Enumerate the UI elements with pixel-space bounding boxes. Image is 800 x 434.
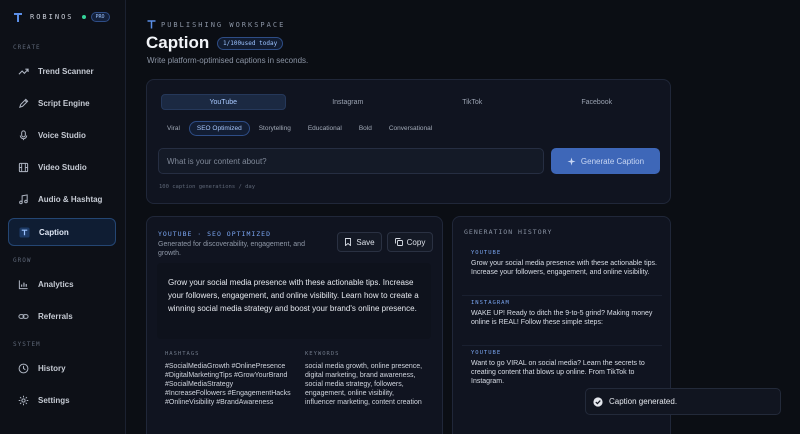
microphone-icon xyxy=(17,129,29,141)
sidebar-item-label: Caption xyxy=(39,227,69,237)
eyebrow-text: PUBLISHING WORKSPACE xyxy=(161,20,286,29)
page-subtitle: Write platform-optimised captions in sec… xyxy=(147,56,309,65)
copy-button[interactable]: Copy xyxy=(387,232,433,252)
text-icon xyxy=(18,226,30,238)
style-chip-seo-optimized[interactable]: SEO Optimized xyxy=(188,121,250,136)
style-chip-bold[interactable]: Bold xyxy=(351,121,380,136)
composer-card: YouTube Instagram TikTok Facebook Viral … xyxy=(146,79,671,204)
hashtags-heading: HASHTAGS xyxy=(165,351,200,357)
history-item-text: WAKE UP! Ready to ditch the 9-to-5 grind… xyxy=(471,310,653,326)
style-chips: Viral SEO Optimized Storytelling Educati… xyxy=(159,121,441,136)
sidebar-item-trend-scanner[interactable]: Trend Scanner xyxy=(8,57,116,85)
result-card: YOUTUBE · SEO OPTIMIZED Generated for di… xyxy=(146,216,443,434)
check-circle-icon xyxy=(593,396,603,407)
sidebar-item-label: History xyxy=(38,363,66,373)
history-item-platform: YOUTUBE xyxy=(471,250,502,256)
sidebar-item-label: Referrals xyxy=(38,311,73,321)
pen-icon xyxy=(17,97,29,109)
topic-input[interactable] xyxy=(158,148,544,174)
usage-badge: 1/100used today xyxy=(217,37,284,50)
page-eyebrow: PUBLISHING WORKSPACE xyxy=(147,20,285,29)
toast-text: Caption generated. xyxy=(609,397,678,406)
sidebar-item-referrals[interactable]: Referrals xyxy=(8,302,116,330)
history-item[interactable]: INSTAGRAM WAKE UP! Ready to ditch the 9-… xyxy=(462,295,662,336)
sidebar-item-label: Voice Studio xyxy=(38,130,86,140)
main-content: PUBLISHING WORKSPACE Caption 1/100used t… xyxy=(126,0,800,434)
hashtags-text: #SocialMediaGrowth #OnlinePresence #Digi… xyxy=(165,363,291,406)
history-title: GENERATION HISTORY xyxy=(464,228,553,236)
trend-icon xyxy=(17,65,29,77)
copy-icon xyxy=(394,238,403,246)
platform-tabs: YouTube Instagram TikTok Facebook xyxy=(161,94,659,110)
text-icon xyxy=(147,20,156,29)
sidebar-item-script-engine[interactable]: Script Engine xyxy=(8,89,116,117)
sidebar-item-label: Analytics xyxy=(38,279,74,289)
keywords-heading: KEYWORDS xyxy=(305,351,340,357)
section-label-system: SYSTEM xyxy=(13,341,41,348)
gear-icon xyxy=(17,394,29,406)
result-description: Generated for discoverability, engagemen… xyxy=(158,241,305,257)
limit-note: 100 caption generations / day xyxy=(159,184,256,190)
sidebar-item-analytics[interactable]: Analytics xyxy=(8,270,116,298)
style-chip-conversational[interactable]: Conversational xyxy=(381,121,440,136)
caption-text: Grow your social media presence with the… xyxy=(157,263,431,339)
plan-badge: PRO xyxy=(90,12,110,22)
sidebar-item-label: Audio & Hashtag xyxy=(38,194,103,204)
sidebar: ROBINOS PRO CREATE Trend Scanner Script … xyxy=(0,0,126,434)
brand[interactable]: ROBINOS PRO xyxy=(14,11,110,23)
section-label-grow: GROW xyxy=(13,257,32,264)
status-dot xyxy=(81,15,86,19)
sidebar-item-caption[interactable]: Caption xyxy=(8,218,116,246)
style-chip-storytelling[interactable]: Storytelling xyxy=(251,121,299,136)
brand-name: ROBINOS xyxy=(30,13,74,21)
clock-icon xyxy=(17,362,29,374)
generate-caption-button[interactable]: Generate Caption xyxy=(551,148,660,174)
history-item-text: Want to go VIRAL on social media? Learn … xyxy=(471,360,645,385)
sidebar-item-audio-hashtag[interactable]: Audio & Hashtag xyxy=(8,185,116,213)
sidebar-item-label: Video Studio xyxy=(38,162,87,172)
brand-logo-icon xyxy=(14,12,22,22)
sidebar-item-history[interactable]: History xyxy=(8,354,116,382)
style-chip-viral[interactable]: Viral xyxy=(159,121,188,136)
save-button[interactable]: Save xyxy=(337,232,382,252)
sidebar-item-voice-studio[interactable]: Voice Studio xyxy=(8,121,116,149)
toast-notification[interactable]: Caption generated. xyxy=(585,388,781,415)
tab-tiktok[interactable]: TikTok xyxy=(410,94,535,110)
bookmark-icon xyxy=(345,238,352,246)
link-icon xyxy=(17,310,29,322)
tab-instagram[interactable]: Instagram xyxy=(286,94,411,110)
page-title: Caption xyxy=(146,33,210,52)
tab-youtube[interactable]: YouTube xyxy=(161,94,286,110)
tab-facebook[interactable]: Facebook xyxy=(535,94,660,110)
film-icon xyxy=(17,161,29,173)
sidebar-item-video-studio[interactable]: Video Studio xyxy=(8,153,116,181)
save-label: Save xyxy=(356,237,375,247)
history-item-platform: INSTAGRAM xyxy=(471,300,510,306)
history-item-text: Grow your social media presence with the… xyxy=(471,260,657,276)
history-item[interactable]: YOUTUBE Want to go VIRAL on social media… xyxy=(462,345,662,386)
sidebar-item-label: Trend Scanner xyxy=(38,66,94,76)
style-chip-educational[interactable]: Educational xyxy=(300,121,350,136)
sparkle-icon xyxy=(567,156,576,166)
history-item[interactable]: YOUTUBE Grow your social media presence … xyxy=(462,246,662,287)
sidebar-item-label: Settings xyxy=(38,395,70,405)
sidebar-item-settings[interactable]: Settings xyxy=(8,386,116,414)
generate-caption-label: Generate Caption xyxy=(580,156,645,166)
result-label: YOUTUBE · SEO OPTIMIZED xyxy=(158,230,272,238)
section-label-create: CREATE xyxy=(13,44,41,51)
chart-icon xyxy=(17,278,29,290)
copy-label: Copy xyxy=(406,237,426,247)
history-item-platform: YOUTUBE xyxy=(471,350,502,356)
music-icon xyxy=(17,193,29,205)
sidebar-item-label: Script Engine xyxy=(38,98,90,108)
keywords-text: social media growth, online presence, di… xyxy=(305,363,423,406)
